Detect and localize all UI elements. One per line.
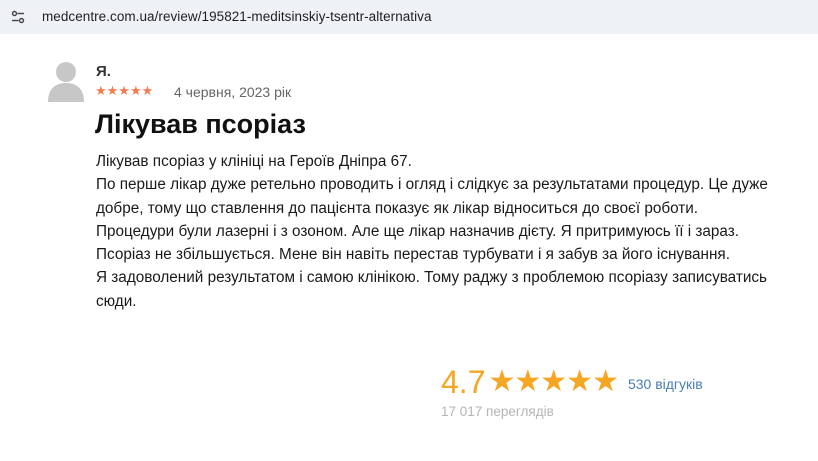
- review-paragraph: Я задоволений результатом і самою клінік…: [96, 269, 768, 310]
- review-title: Лікував псоріаз: [95, 109, 306, 139]
- views-count: 17 017 переглядів: [441, 404, 554, 419]
- reviews-count-link[interactable]: 530 відгуків: [628, 376, 703, 392]
- average-rating: 4.7: [441, 364, 486, 400]
- avatar: [48, 60, 84, 102]
- url-text[interactable]: medcentre.com.ua/review/195821-meditsins…: [42, 9, 432, 24]
- review-rating-stars: ★★★★★: [95, 83, 154, 98]
- average-rating-stars: ★★★★★: [488, 365, 618, 398]
- review-paragraph: По перше лікар дуже ретельно проводить і…: [96, 176, 768, 217]
- review-author: Я.: [96, 63, 111, 80]
- review-date: 4 червня, 2023 рік: [174, 84, 292, 100]
- browser-address-bar: medcentre.com.ua/review/195821-meditsins…: [0, 0, 818, 34]
- review-body: Лікував псоріаз у клініці на Героїв Дніп…: [96, 150, 786, 313]
- review-paragraph: Лікував псоріаз у клініці на Героїв Дніп…: [96, 153, 412, 170]
- review-paragraph: Процедури були лазерні і з озоном. Але щ…: [96, 222, 740, 264]
- rating-summary: 4.7 ★★★★★ 530 відгуків: [441, 360, 703, 404]
- tune-icon[interactable]: [9, 8, 27, 26]
